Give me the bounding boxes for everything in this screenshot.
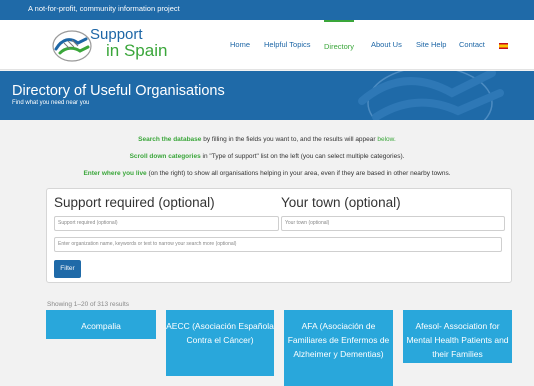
results-below-link[interactable]: below. xyxy=(377,136,395,143)
nav-site-help[interactable]: Site Help xyxy=(416,20,446,70)
result-card-title: AECC (Asociación Española Contra el Cánc… xyxy=(166,321,274,345)
result-card-title: Afesol- Association for Mental Health Pa… xyxy=(406,321,509,359)
nav-home[interactable]: Home xyxy=(230,20,250,70)
intro-emphasis: Enter where you live xyxy=(83,170,147,177)
handshake-logo-icon xyxy=(52,30,92,62)
page-subtitle: Find what you need near you xyxy=(12,100,90,106)
result-card-aecc[interactable]: AECC (Asociación Española Contra el Cánc… xyxy=(166,310,274,376)
nav-directory[interactable]: Directory xyxy=(324,20,355,70)
filter-button[interactable]: Filter xyxy=(54,260,81,278)
intro-text: by filling in the fields you want to, an… xyxy=(201,136,378,143)
spain-flag-icon[interactable] xyxy=(499,43,508,49)
page-banner: Directory of Useful Organisations Find w… xyxy=(0,71,534,120)
result-card-acompalia[interactable]: Acompalia xyxy=(46,310,156,339)
intro-line-2: Scroll down categories in "Type of suppo… xyxy=(0,153,534,160)
results-count: Showing 1–20 of 313 results xyxy=(47,301,130,308)
result-card-title: Acompalia xyxy=(81,321,121,331)
nav-contact[interactable]: Contact xyxy=(459,20,485,70)
site-header: Support in Spain Home Helpful Topics Dir… xyxy=(0,20,534,70)
your-town-heading: Your town (optional) xyxy=(281,195,401,210)
page-title: Directory of Useful Organisations xyxy=(12,83,225,99)
support-required-heading: Support required (optional) xyxy=(54,195,215,210)
top-bar: A not-for-profit, community information … xyxy=(0,0,534,20)
tagline: A not-for-profit, community information … xyxy=(28,4,180,13)
result-card-afesol[interactable]: Afesol- Association for Mental Health Pa… xyxy=(403,310,512,363)
result-card-title: AFA (Asociación de Familiares de Enfermo… xyxy=(287,321,390,359)
your-town-select[interactable]: Your town (optional) xyxy=(281,216,505,231)
logo-text-in-spain: in Spain xyxy=(106,41,168,60)
keyword-search-input[interactable]: Enter organization name, keywords or tex… xyxy=(54,237,502,252)
nav-helpful-topics[interactable]: Helpful Topics xyxy=(264,20,311,70)
intro-emphasis: Search the database xyxy=(138,136,202,143)
support-required-select[interactable]: Support required (optional) xyxy=(54,216,279,231)
intro-line-1: Search the database by filling in the fi… xyxy=(0,136,534,143)
result-card-afa[interactable]: AFA (Asociación de Familiares de Enfermo… xyxy=(284,310,393,386)
site-logo[interactable]: Support in Spain xyxy=(50,24,190,66)
intro-emphasis: Scroll down categories xyxy=(129,153,201,160)
search-form: Support required (optional) Your town (o… xyxy=(46,188,512,283)
nav-about-us[interactable]: About Us xyxy=(371,20,402,70)
intro-line-3: Enter where you live (on the right) to s… xyxy=(0,170,534,177)
intro-text: (on the right) to show all organisations… xyxy=(146,170,451,177)
intro-text: in "Type of support" list on the left (y… xyxy=(200,153,405,160)
